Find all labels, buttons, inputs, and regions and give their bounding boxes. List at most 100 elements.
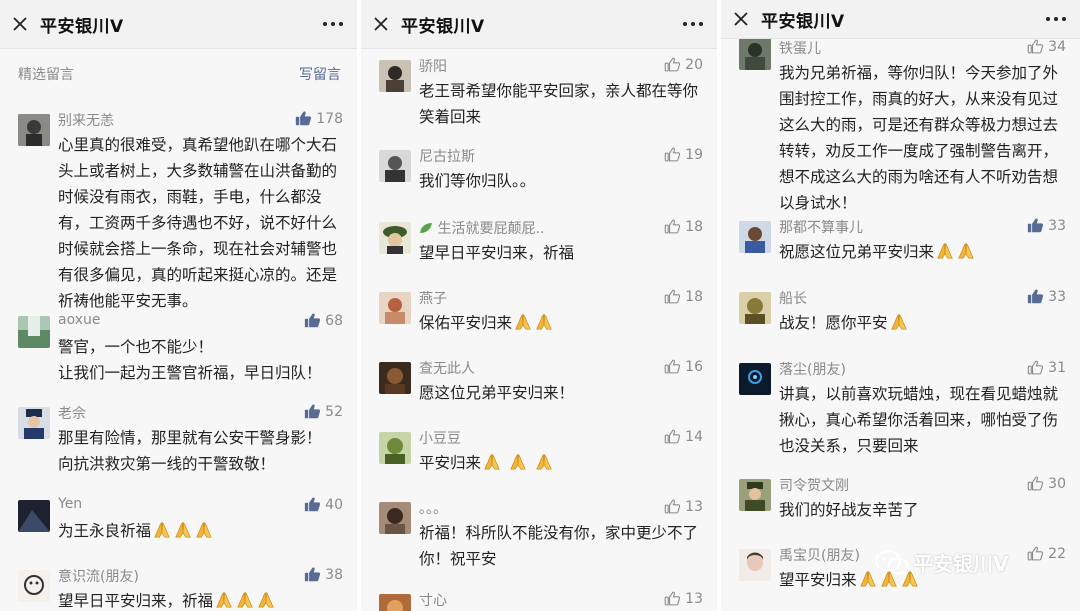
close-icon[interactable] <box>0 0 40 48</box>
like-count: 18 <box>685 218 703 235</box>
praying-hands-icon <box>152 521 172 539</box>
avatar <box>379 292 411 324</box>
like-button[interactable]: 38 <box>304 566 343 583</box>
like-button[interactable]: 13 <box>664 498 703 515</box>
like-count: 31 <box>1048 359 1066 376</box>
praying-hands-icon <box>935 242 955 260</box>
more-options-icon[interactable] <box>683 22 703 26</box>
top-bar: 平安银川V <box>721 0 1080 39</box>
section-header: 精选留言 写留言 <box>0 56 357 92</box>
praying-hands-icon <box>889 313 909 331</box>
like-count: 13 <box>685 498 703 515</box>
top-bar: 平安银川V <box>361 0 717 49</box>
thumbs-up-icon <box>1027 545 1044 562</box>
thumbs-up-icon <box>1027 217 1044 234</box>
commenter-name: 意识流(朋友) <box>58 569 139 585</box>
avatar <box>18 570 50 602</box>
like-button[interactable]: 68 <box>304 312 343 329</box>
comment-panel-2: 平安银川V 骄阳 20 老王哥希望你能平安回家，亲人都在等你笑着回来 尼古拉斯 … <box>361 0 717 611</box>
avatar <box>18 114 50 146</box>
avatar <box>379 222 411 254</box>
more-options-icon[interactable] <box>1046 17 1066 21</box>
close-icon[interactable] <box>361 0 401 48</box>
commenter-name: 那都不算事儿 <box>779 220 863 236</box>
commenter-name: 老佘 <box>58 406 86 422</box>
thumbs-up-icon <box>304 403 321 420</box>
close-icon[interactable] <box>721 0 761 38</box>
comment-text: 我们等你归队。。 <box>419 172 536 190</box>
avatar <box>18 500 50 532</box>
like-button[interactable]: 31 <box>1027 359 1066 376</box>
comment-line: 望平安归来 <box>779 571 857 589</box>
comment-text: 愿这位兄弟平安归来！ <box>419 384 575 402</box>
page-title: 平安银川V <box>761 11 845 32</box>
avatar <box>739 292 771 324</box>
comment-text: 保佑平安归来 <box>419 310 705 336</box>
like-button[interactable]: 40 <box>304 496 343 513</box>
like-button[interactable]: 178 <box>295 110 343 127</box>
thumbs-up-icon <box>1027 475 1044 492</box>
commenter-name: 别来无恙 <box>58 113 114 129</box>
praying-hands-icon <box>214 591 234 609</box>
thumbs-up-icon <box>295 110 312 127</box>
like-button[interactable]: 19 <box>664 146 703 163</box>
like-button[interactable]: 18 <box>664 218 703 235</box>
like-count: 178 <box>316 110 343 127</box>
avatar <box>379 594 411 611</box>
commenter-name: 落尘(朋友) <box>779 362 846 378</box>
like-count: 18 <box>685 288 703 305</box>
watermark-text: 平安银川V <box>913 552 1009 576</box>
like-button[interactable]: 22 <box>1027 545 1066 562</box>
more-options-icon[interactable] <box>323 22 343 26</box>
praying-hands-icon <box>256 591 276 609</box>
thumbs-up-icon <box>1027 288 1044 305</box>
thumbs-up-icon <box>664 358 681 375</box>
comment-text: 讲真，以前喜欢玩蜡烛，现在看见蜡烛就揪心，真心希望你活着回来，哪怕受了伤也没关系… <box>779 385 1059 455</box>
like-button[interactable]: 20 <box>664 56 703 73</box>
avatar <box>18 407 50 439</box>
like-count: 30 <box>1048 475 1066 492</box>
like-count: 34 <box>1048 38 1066 55</box>
comment-line: 警官，一个也不能少！ <box>58 338 214 356</box>
comment-text: 望早日平安归来，祈福 <box>419 244 575 262</box>
like-button[interactable]: 18 <box>664 288 703 305</box>
like-button[interactable]: 34 <box>1027 38 1066 55</box>
avatar <box>739 549 771 581</box>
commenter-name: 尼古拉斯 <box>419 149 475 165</box>
comment-text: 为王永良祈福 <box>58 518 340 544</box>
like-count: 22 <box>1048 545 1066 562</box>
comment-line: 为王永良祈福 <box>58 522 152 540</box>
like-button[interactable]: 33 <box>1027 217 1066 234</box>
commenter-name: 铁蛋儿 <box>779 41 821 57</box>
like-button[interactable]: 52 <box>304 403 343 420</box>
avatar <box>379 432 411 464</box>
praying-hands-icon <box>173 521 193 539</box>
write-comment-link[interactable]: 写留言 <box>299 64 341 84</box>
commenter-name: 禹宝贝(朋友) <box>779 548 860 564</box>
like-button[interactable]: 14 <box>664 428 703 445</box>
comment-line: 那里有险情，那里就有公安干警身影！ <box>58 429 322 447</box>
comment-text: 心里真的很难受，真希望他趴在哪个大石头上或者树上，大多数辅警在山洪备勤的时候没有… <box>58 136 338 310</box>
like-count: 14 <box>685 428 703 445</box>
like-button[interactable]: 33 <box>1027 288 1066 305</box>
top-bar: 平安银川V <box>0 0 357 49</box>
page-title: 平安银川V <box>40 16 124 37</box>
thumbs-up-icon <box>664 428 681 445</box>
thumbs-up-icon <box>664 498 681 515</box>
praying-hands-icon <box>956 242 976 260</box>
praying-hands-icon <box>482 453 502 471</box>
thumbs-up-icon <box>1027 359 1044 376</box>
commenter-name-text: 生活就要屁颠屁.. <box>437 221 545 237</box>
praying-hands-icon <box>534 453 554 471</box>
like-button[interactable]: 13 <box>664 590 703 607</box>
like-button[interactable]: 30 <box>1027 475 1066 492</box>
comment-text: 祝愿这位兄弟平安归来 <box>779 239 1069 265</box>
comment-line: 战友！愿你平安 <box>779 314 888 332</box>
like-count: 68 <box>325 312 343 329</box>
commenter-name: aoxue <box>58 312 101 328</box>
like-button[interactable]: 16 <box>664 358 703 375</box>
thumbs-up-icon <box>664 218 681 235</box>
comment-text: 祈福！科所队不能没有你，家中更少不了你！祝平安 <box>419 524 699 568</box>
avatar <box>739 363 771 395</box>
avatar <box>379 150 411 182</box>
